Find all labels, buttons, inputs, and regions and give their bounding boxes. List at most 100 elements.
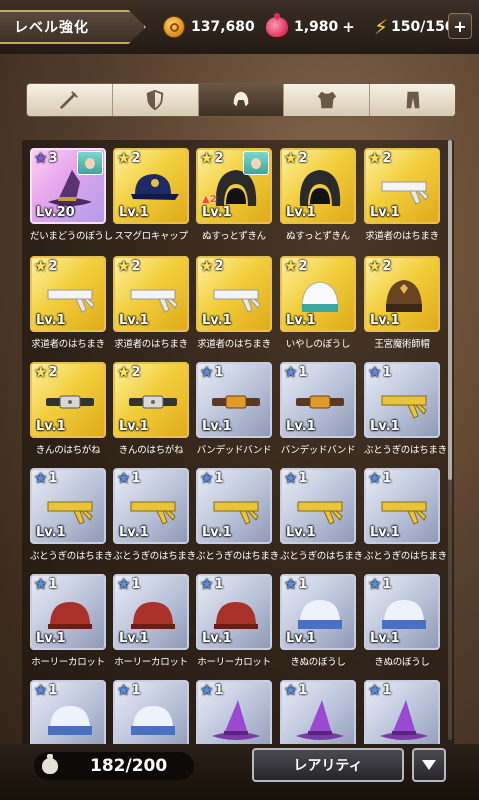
rarity-badge: ★ 2 [117, 365, 141, 381]
gem-display[interactable]: 1,980 + [266, 14, 355, 40]
rarity-badge: ★ 1 [117, 471, 141, 487]
star-count: 2 [298, 151, 308, 166]
equipment-item[interactable]: ★ 1 Lv.1 きぬのぼうし [364, 574, 440, 668]
equipment-item[interactable]: ★ 1 Lv.1 ぶとうぎのはちまき [364, 362, 447, 456]
equipment-item[interactable]: ★ 3 Lv.20 だいまどうのぼうし [30, 148, 113, 242]
star-count: 2 [48, 259, 58, 274]
equipment-item[interactable]: ★ 1 Lv.1 ぶとうぎのはちまき [364, 468, 447, 562]
item-level: Lv.1 [119, 313, 149, 328]
headband-white-icon [381, 181, 429, 205]
equipment-item[interactable]: ★ 2 Lv.1 ぬすっとずきん [280, 148, 356, 242]
equipment-item[interactable]: ★ 1 Lv.1 ホーリーカロット [113, 574, 189, 668]
item-tile[interactable]: ★ 2 Lv.1 [280, 256, 356, 332]
armor-bottom-icon [406, 91, 419, 109]
bag-icon [42, 754, 58, 774]
equipment-item[interactable]: ★ 2 Lv.1 きんのはちがね [30, 362, 106, 456]
grid-scroll-thumb[interactable] [448, 140, 452, 480]
grid-scrollbar[interactable] [448, 140, 452, 740]
item-tile[interactable]: ★ 1 [280, 680, 356, 750]
equipment-item[interactable]: ★ 2 Lv.1 求道者のはちまき [113, 256, 189, 350]
item-tile[interactable]: ★ 1 [113, 680, 189, 750]
item-tile[interactable]: ★ 1 Lv.1 [280, 362, 356, 438]
equipment-item[interactable]: ★ 1 [113, 680, 189, 750]
equipment-item[interactable]: ★ 2 ▲2 Lv.1 ぬすっとずきん [196, 148, 272, 242]
red-cap-icon [131, 602, 175, 629]
item-tile[interactable]: ★ 2 Lv.1 [30, 256, 106, 332]
item-tile[interactable]: ★ 1 [30, 680, 106, 750]
equipment-item[interactable]: ★ 1 Lv.1 バンデッドバンド [280, 362, 356, 456]
item-tile[interactable]: ★ 1 Lv.1 [196, 574, 272, 650]
item-tile[interactable]: ★ 2 Lv.1 [196, 256, 272, 332]
headband-white-icon [213, 289, 261, 313]
rarity-badge: ★ 1 [34, 683, 58, 699]
gem-plus-icon[interactable]: + [342, 18, 355, 36]
star-icon: ★ [34, 575, 48, 593]
equipment-item[interactable]: ★ 2 Lv.1 スマグロキャップ [113, 148, 189, 242]
tab-armor-top[interactable] [284, 84, 371, 116]
silk-hat-icon [298, 600, 342, 629]
rarity-badge: ★ 2 [284, 151, 308, 167]
tab-shield[interactable] [112, 84, 199, 116]
item-tile[interactable]: ★ 2 Lv.1 [364, 256, 440, 332]
item-name: ぶとうぎのはちまき [364, 551, 447, 562]
equipment-item[interactable]: ★ 2 Lv.1 求道者のはちまき [196, 256, 272, 350]
item-level: Lv.1 [36, 419, 66, 434]
equipment-item[interactable]: ★ 2 Lv.1 求道者のはちまき [30, 256, 106, 350]
tab-weapon[interactable] [27, 84, 113, 116]
equipment-item[interactable]: ★ 1 [280, 680, 356, 750]
item-tile[interactable]: ★ 1 Lv.1 [196, 362, 272, 438]
item-tile[interactable]: ★ 2 Lv.1 [364, 148, 440, 224]
equipment-item[interactable]: ★ 1 [364, 680, 440, 750]
equipment-item[interactable]: ★ 1 Lv.1 ぶとうぎのはちまき [280, 468, 363, 562]
star-icon: ★ [284, 575, 298, 593]
headband-white-icon [130, 289, 178, 313]
equipment-item[interactable]: ★ 2 Lv.1 きんのはちがね [113, 362, 189, 456]
equipment-item[interactable]: ★ 1 Lv.1 きぬのぼうし [280, 574, 356, 668]
star-count: 1 [131, 683, 141, 698]
item-tile[interactable]: ★ 1 Lv.1 [364, 362, 440, 438]
item-tile[interactable]: ★ 1 Lv.1 [196, 468, 272, 544]
star-icon: ★ [368, 257, 382, 275]
item-tile[interactable]: ★ 2 Lv.1 [113, 148, 189, 224]
item-tile[interactable]: ★ 2 Lv.1 [280, 148, 356, 224]
equipment-item[interactable]: ★ 1 [30, 680, 106, 750]
item-tile[interactable]: ★ 1 Lv.1 [30, 468, 106, 544]
item-tile[interactable]: ★ 1 Lv.1 [30, 574, 106, 650]
item-tile[interactable]: ★ 1 Lv.1 [113, 468, 189, 544]
item-tile[interactable]: ★ 1 Lv.1 [113, 574, 189, 650]
tab-helmet[interactable] [198, 84, 285, 116]
sort-rarity-button[interactable]: レアリティ [252, 748, 404, 782]
item-tile[interactable]: ★ 2 ▲2 Lv.1 [196, 148, 272, 224]
stamina-plus-button[interactable]: + [448, 13, 472, 39]
tab-armor-bottom[interactable] [370, 84, 455, 116]
equipment-item[interactable]: ★ 1 Lv.1 ホーリーカロット [30, 574, 106, 668]
equipment-item[interactable]: ★ 1 Lv.1 ぶとうぎのはちまき [30, 468, 113, 562]
equipment-item[interactable]: ★ 2 Lv.1 求道者のはちまき [364, 148, 440, 242]
stamina-display: ⚡ 150/150 [374, 14, 455, 40]
equipment-item[interactable]: ★ 1 [196, 680, 272, 750]
equipment-item[interactable]: ★ 1 Lv.1 ぶとうぎのはちまき [113, 468, 196, 562]
item-tile[interactable]: ★ 1 Lv.1 [364, 574, 440, 650]
star-icon: ★ [284, 469, 298, 487]
headband-yellow-icon [381, 395, 427, 419]
equipment-item[interactable]: ★ 1 Lv.1 ぶとうぎのはちまき [196, 468, 279, 562]
equipment-item[interactable]: ★ 1 Lv.1 ホーリーカロット [196, 574, 272, 668]
item-tile[interactable]: ★ 3 Lv.20 [30, 148, 106, 224]
headband-yellow-icon [381, 501, 427, 525]
item-name: ぶとうぎのはちまき [364, 445, 447, 456]
rarity-badge: ★ 3 [34, 151, 58, 167]
item-tile[interactable]: ★ 2 Lv.1 [30, 362, 106, 438]
item-level: Lv.1 [119, 419, 149, 434]
item-tile[interactable]: ★ 1 [196, 680, 272, 750]
sort-order-toggle[interactable] [412, 748, 446, 782]
item-tile[interactable]: ★ 1 [364, 680, 440, 750]
equipment-item[interactable]: ★ 1 Lv.1 バンデッドバンド [196, 362, 272, 456]
item-tile[interactable]: ★ 1 Lv.1 [280, 468, 356, 544]
item-tile[interactable]: ★ 1 Lv.1 [364, 468, 440, 544]
item-tile[interactable]: ★ 1 Lv.1 [280, 574, 356, 650]
item-tile[interactable]: ★ 2 Lv.1 [113, 362, 189, 438]
item-tile[interactable]: ★ 2 Lv.1 [113, 256, 189, 332]
star-count: 1 [48, 683, 58, 698]
equipment-item[interactable]: ★ 2 Lv.1 いやしのぼうし [280, 256, 356, 350]
equipment-item[interactable]: ★ 2 Lv.1 王宮魔術師帽 [364, 256, 440, 350]
